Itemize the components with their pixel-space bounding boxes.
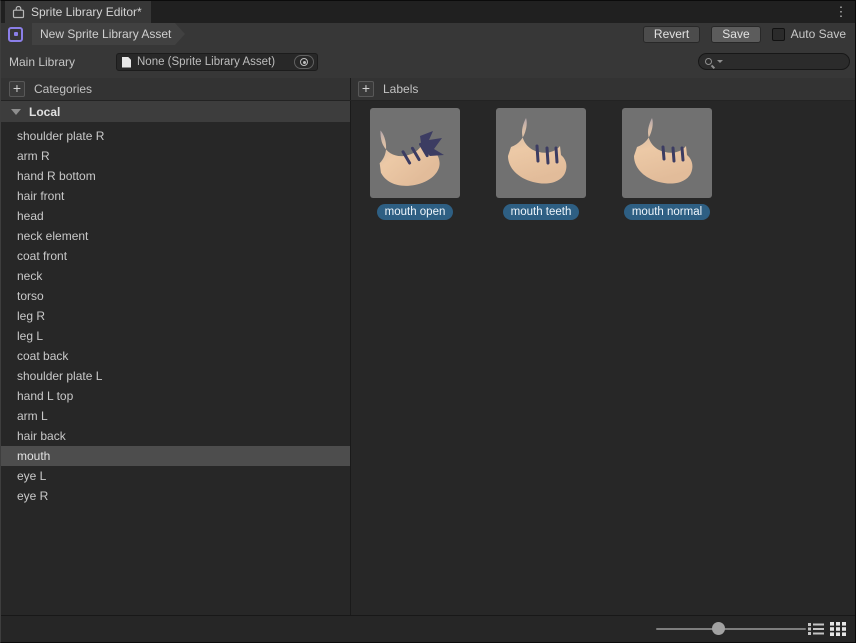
categories-panel: Local shoulder plate R arm R hand R bott…	[1, 101, 351, 617]
object-picker-icon	[300, 58, 308, 66]
category-row-selected[interactable]: mouth	[1, 446, 350, 466]
label-item: mouth normal	[622, 108, 712, 220]
main-library-row: Main Library None (Sprite Library Asset)	[1, 45, 855, 78]
toolbar-right-group: Revert Save Auto Save	[643, 26, 846, 43]
auto-save-group: Auto Save	[772, 27, 846, 41]
revert-button[interactable]: Revert	[643, 26, 700, 43]
mouth-open-sprite	[370, 108, 460, 198]
search-input[interactable]	[725, 55, 849, 68]
library-icon	[12, 6, 25, 19]
list-view-icon[interactable]	[808, 622, 824, 636]
tab-bar: Sprite Library Editor* ⋮	[1, 1, 855, 23]
category-row[interactable]: hand L top	[1, 386, 350, 406]
category-row[interactable]: coat back	[1, 346, 350, 366]
sprite-thumbnail-mouth-open[interactable]	[370, 108, 460, 198]
category-row[interactable]: hair front	[1, 186, 350, 206]
main-library-label: Main Library	[9, 45, 75, 78]
labels-title: Labels	[383, 82, 418, 96]
auto-save-checkbox[interactable]	[772, 28, 785, 41]
label-pill[interactable]: mouth teeth	[503, 204, 580, 220]
toolbar: New Sprite Library Asset Revert Save Aut…	[1, 23, 855, 45]
breadcrumb-label: New Sprite Library Asset	[40, 27, 171, 41]
category-row[interactable]: leg R	[1, 306, 350, 326]
category-row[interactable]: hair back	[1, 426, 350, 446]
category-row[interactable]: coat front	[1, 246, 350, 266]
local-group-label: Local	[29, 105, 60, 119]
file-icon	[122, 57, 131, 68]
add-label-button[interactable]: +	[358, 81, 374, 97]
category-row[interactable]: neck	[1, 266, 350, 286]
category-row[interactable]: arm L	[1, 406, 350, 426]
search-filter-caret-icon[interactable]	[717, 60, 723, 63]
add-category-button[interactable]: +	[9, 81, 25, 97]
label-pill[interactable]: mouth open	[377, 204, 454, 220]
mouth-teeth-sprite	[496, 108, 586, 198]
category-row[interactable]: leg L	[1, 326, 350, 346]
sprite-library-asset-icon	[8, 27, 23, 42]
tab-title: Sprite Library Editor*	[31, 5, 142, 19]
category-row[interactable]: eye L	[1, 466, 350, 486]
category-row[interactable]: neck element	[1, 226, 350, 246]
main-library-value: None (Sprite Library Asset)	[137, 56, 294, 68]
grid-view-icon[interactable]	[830, 622, 846, 636]
save-button[interactable]: Save	[711, 26, 760, 43]
slider-thumb[interactable]	[712, 622, 725, 635]
labels-header: + Labels	[351, 78, 855, 100]
breadcrumb[interactable]: New Sprite Library Asset	[32, 23, 175, 45]
local-foldout-row[interactable]: Local	[1, 101, 350, 122]
sprite-thumbnail-mouth-normal[interactable]	[622, 108, 712, 198]
content-area: Local shoulder plate R arm R hand R bott…	[1, 101, 855, 617]
bottom-bar	[1, 615, 855, 642]
panel-headers: + Categories + Labels	[1, 78, 855, 101]
tab-sprite-library-editor[interactable]: Sprite Library Editor*	[5, 1, 151, 23]
mouth-normal-sprite	[622, 108, 712, 198]
category-row[interactable]: shoulder plate R	[1, 126, 350, 146]
sprite-thumbnail-mouth-teeth[interactable]	[496, 108, 586, 198]
category-row[interactable]: hand R bottom	[1, 166, 350, 186]
category-list: shoulder plate R arm R hand R bottom hai…	[1, 126, 350, 506]
category-row[interactable]: arm R	[1, 146, 350, 166]
labels-panel: mouth open mout	[351, 101, 855, 617]
auto-save-label: Auto Save	[791, 27, 846, 41]
label-item: mouth teeth	[496, 108, 586, 220]
label-pill[interactable]: mouth normal	[624, 204, 710, 220]
main-library-object-field[interactable]: None (Sprite Library Asset)	[116, 53, 318, 71]
category-row[interactable]: torso	[1, 286, 350, 306]
thumbnail-size-slider[interactable]	[656, 628, 806, 630]
label-item: mouth open	[370, 108, 460, 220]
category-row[interactable]: shoulder plate L	[1, 366, 350, 386]
search-field[interactable]	[698, 53, 850, 70]
kebab-menu-icon[interactable]: ⋮	[833, 1, 849, 23]
foldout-triangle-icon[interactable]	[11, 109, 21, 115]
category-row[interactable]: head	[1, 206, 350, 226]
object-picker-button[interactable]	[294, 55, 314, 69]
category-row[interactable]: eye R	[1, 486, 350, 506]
search-icon	[705, 58, 712, 65]
categories-title: Categories	[34, 82, 92, 96]
sprite-library-editor-window: Sprite Library Editor* ⋮ New Sprite Libr…	[0, 0, 856, 643]
categories-header: + Categories	[1, 78, 351, 100]
